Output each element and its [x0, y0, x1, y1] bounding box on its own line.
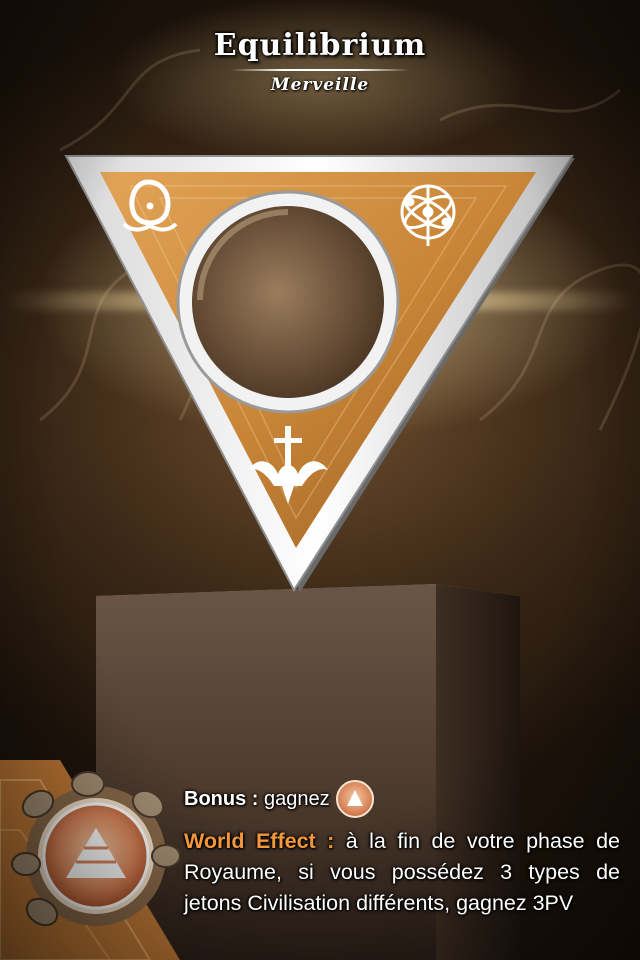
- bonus-label: Bonus :: [184, 787, 259, 810]
- bonus-text: gagnez: [264, 787, 330, 810]
- effect-label: World Effect :: [184, 829, 335, 853]
- pyramid-token-icon: [335, 780, 374, 818]
- card-face: Equilibrium Merveille Bonus : gagnez Wor…: [0, 0, 640, 960]
- bonus-line: Bonus : gagnez: [184, 780, 620, 818]
- card-type: Merveille: [270, 75, 370, 95]
- card-text-panel: Bonus : gagnez World Effect : à la fin d…: [184, 780, 620, 919]
- effect-text-block: World Effect : à la fin de votre phase d…: [184, 826, 620, 919]
- title-block: Equilibrium Merveille: [0, 28, 640, 95]
- card-title: Equilibrium: [213, 28, 427, 63]
- title-rule: [230, 69, 410, 71]
